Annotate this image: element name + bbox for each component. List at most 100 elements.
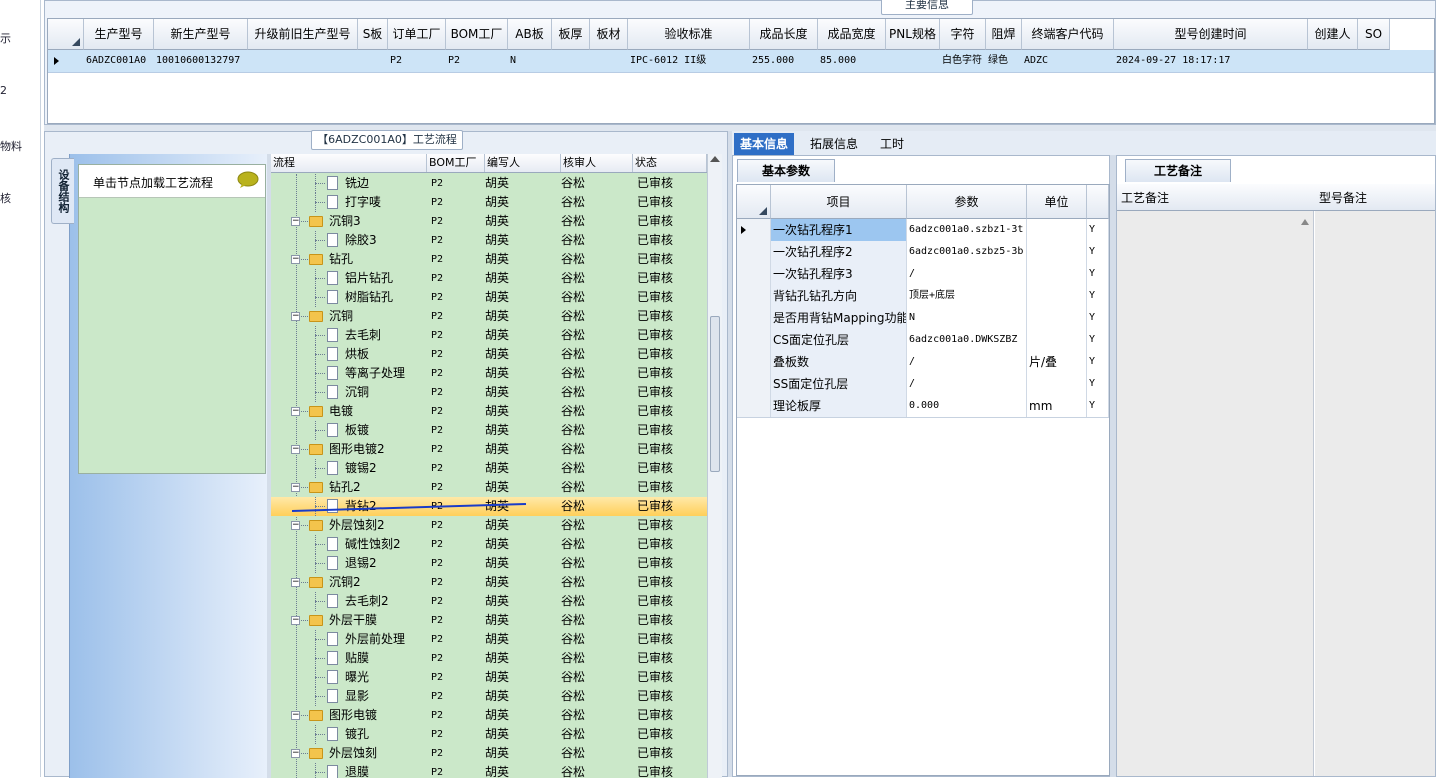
tree-row[interactable]: 外层前处理 P2 胡英 谷松 已审核 [271,630,707,649]
col-header-13[interactable]: 字符 [940,19,986,50]
collapse-icon[interactable]: − [291,711,300,720]
cell-7[interactable] [552,50,590,72]
cell-5[interactable]: P2 [446,50,508,72]
tree-row[interactable]: − 钻孔2 P2 胡英 谷松 已审核 [271,478,707,497]
cell-18[interactable] [1358,50,1390,72]
param-cell-param[interactable]: N [907,307,1027,329]
col-header-11[interactable]: 成品宽度 [818,19,886,50]
param-cell-param[interactable]: 6adzc001a0.szbz5-3b [907,241,1027,263]
tree-row[interactable]: 显影 P2 胡英 谷松 已审核 [271,687,707,706]
scroll-thumb[interactable] [710,316,720,472]
equipment-hint-header[interactable]: 单击节点加载工艺流程 [79,165,265,198]
tree-row[interactable]: − 图形电镀2 P2 胡英 谷松 已审核 [271,440,707,459]
collapse-icon[interactable]: − [291,255,300,264]
scroll-up-icon[interactable] [1301,219,1309,225]
tree-row[interactable]: − 钻孔 P2 胡英 谷松 已审核 [271,250,707,269]
param-grid[interactable]: 项目 参数 单位 一次钻孔程序1 6adzc001a0.szbz1-3t Y 一次钻孔程序2… [736,184,1110,776]
tree-row[interactable]: 沉铜 P2 胡英 谷松 已审核 [271,383,707,402]
col-header-10[interactable]: 成品长度 [750,19,818,50]
tree-row[interactable]: 烘板 P2 胡英 谷松 已审核 [271,345,707,364]
param-cell-param[interactable]: / [907,263,1027,285]
cell-16[interactable]: 2024-09-27 18:17:17 [1114,50,1308,72]
tree-row[interactable]: 铣边 P2 胡英 谷松 已审核 [271,174,707,193]
cell-12[interactable] [886,50,940,72]
tree-row[interactable]: 贴膜 P2 胡英 谷松 已审核 [271,649,707,668]
tab-0[interactable]: 基本信息 [734,133,795,155]
col-header-15[interactable]: 终端客户代码 [1022,19,1114,50]
tree-row[interactable]: − 外层干膜 P2 胡英 谷松 已审核 [271,611,707,630]
col-header-17[interactable]: 创建人 [1308,19,1358,50]
collapse-icon[interactable]: − [291,312,300,321]
left-nav-label[interactable]: 示 [0,30,11,46]
tree-row[interactable]: − 沉铜3 P2 胡英 谷松 已审核 [271,212,707,231]
collapse-icon[interactable]: − [291,578,300,587]
param-row[interactable]: 一次钻孔程序2 6adzc001a0.szbz5-3b Y [737,241,1109,264]
col-header-0[interactable]: 生产型号 [84,19,154,50]
param-cell-param[interactable]: 6adzc001a0.szbz1-3t [907,219,1027,241]
cell-13[interactable]: 白色字符 [940,50,986,72]
col-header-18[interactable]: SO [1358,19,1390,50]
tree-row[interactable]: 等离子处理 P2 胡英 谷松 已审核 [271,364,707,383]
col-header-5[interactable]: BOM工厂 [446,19,508,50]
tree-row[interactable]: 打字唛 P2 胡英 谷松 已审核 [271,193,707,212]
cell-9[interactable]: IPC-6012 II级 [628,50,750,72]
param-col-header-0[interactable]: 项目 [771,185,907,219]
tree-row[interactable]: 镀孔 P2 胡英 谷松 已审核 [271,725,707,744]
equipment-structure-tab[interactable]: 设备结构 [51,158,74,224]
cell-14[interactable]: 绿色 [986,50,1022,72]
param-row[interactable]: 叠板数 / 片/叠 Y [737,351,1109,374]
tab-2[interactable]: 工时 [874,133,910,155]
tree-row[interactable]: 铝片钻孔 P2 胡英 谷松 已审核 [271,269,707,288]
param-cell-param[interactable]: 顶层+底层 [907,285,1027,307]
tree-row[interactable]: 镀锡2 P2 胡英 谷松 已审核 [271,459,707,478]
cell-1[interactable]: 10010600132797 [154,50,248,72]
cell-3[interactable] [358,50,388,72]
tree-row[interactable]: 退锡2 P2 胡英 谷松 已审核 [271,554,707,573]
cell-0[interactable]: 6ADZC001A0 [84,50,154,72]
cell-4[interactable]: P2 [388,50,446,72]
tree-row[interactable]: 去毛刺 P2 胡英 谷松 已审核 [271,326,707,345]
collapse-icon[interactable]: − [291,616,300,625]
tree-col-header-1[interactable]: BOM工厂 [427,154,485,172]
tree-col-header-2[interactable]: 编写人 [485,154,561,172]
tree-col-header-4[interactable]: 状态 [633,154,707,172]
collapse-icon[interactable]: − [291,407,300,416]
param-cell-param[interactable]: / [907,373,1027,395]
tree-row[interactable]: − 图形电镀 P2 胡英 谷松 已审核 [271,706,707,725]
tree-row[interactable]: 曝光 P2 胡英 谷松 已审核 [271,668,707,687]
collapse-icon[interactable]: − [291,521,300,530]
process-tree-grid[interactable]: 流程 BOM工厂 编写人 核审人 状态 铣边 P2 胡英 谷松 已审核 打字唛 P2 胡英 谷松 已审核 −… [271,154,707,778]
tab-basic-params[interactable]: 基本参数 [737,159,835,182]
param-row[interactable]: 一次钻孔程序1 6adzc001a0.szbz1-3t Y [737,219,1109,242]
col-header-14[interactable]: 阻焊 [986,19,1022,50]
col-header-4[interactable]: 订单工厂 [388,19,446,50]
tree-col-header-0[interactable]: 流程 [271,154,427,172]
tab-process-notes[interactable]: 工艺备注 [1125,159,1231,182]
tree-row[interactable]: 板镀 P2 胡英 谷松 已审核 [271,421,707,440]
cell-6[interactable]: N [508,50,552,72]
param-cell-param[interactable]: 0.000 [907,395,1027,417]
collapse-icon[interactable]: − [291,217,300,226]
table-row[interactable]: 6ADZC001A0 10010600132797 P2 P2 N IPC-6012 II… [48,50,1434,73]
col-header-1[interactable]: 新生产型号 [154,19,248,50]
tab-1[interactable]: 拓展信息 [804,133,864,155]
param-col-header-1[interactable]: 参数 [907,185,1027,219]
tree-row[interactable]: − 沉铜2 P2 胡英 谷松 已审核 [271,573,707,592]
param-row[interactable]: 是否用背钻Mapping功能 N Y [737,307,1109,330]
scroll-up-icon[interactable] [710,156,720,162]
process-notes-field[interactable] [1117,211,1314,776]
left-nav-label[interactable]: 物料 [0,138,22,154]
tree-col-header-3[interactable]: 核审人 [561,154,633,172]
col-header-12[interactable]: PNL规格 [886,19,940,50]
collapse-icon[interactable]: − [291,483,300,492]
param-row[interactable]: 背钻孔钻孔方向 顶层+底层 Y [737,285,1109,308]
process-tree-scrollbar[interactable] [707,154,722,778]
tree-row[interactable]: 碱性蚀刻2 P2 胡英 谷松 已审核 [271,535,707,554]
tree-row[interactable]: 退膜 P2 胡英 谷松 已审核 [271,763,707,778]
param-cell-param[interactable]: 6adzc001a0.DWKSZBZ [907,329,1027,351]
param-cell-param[interactable]: / [907,351,1027,373]
cell-11[interactable]: 85.000 [818,50,886,72]
cell-10[interactable]: 255.000 [750,50,818,72]
cell-2[interactable] [248,50,358,72]
left-nav-label[interactable]: 核 [0,190,11,206]
